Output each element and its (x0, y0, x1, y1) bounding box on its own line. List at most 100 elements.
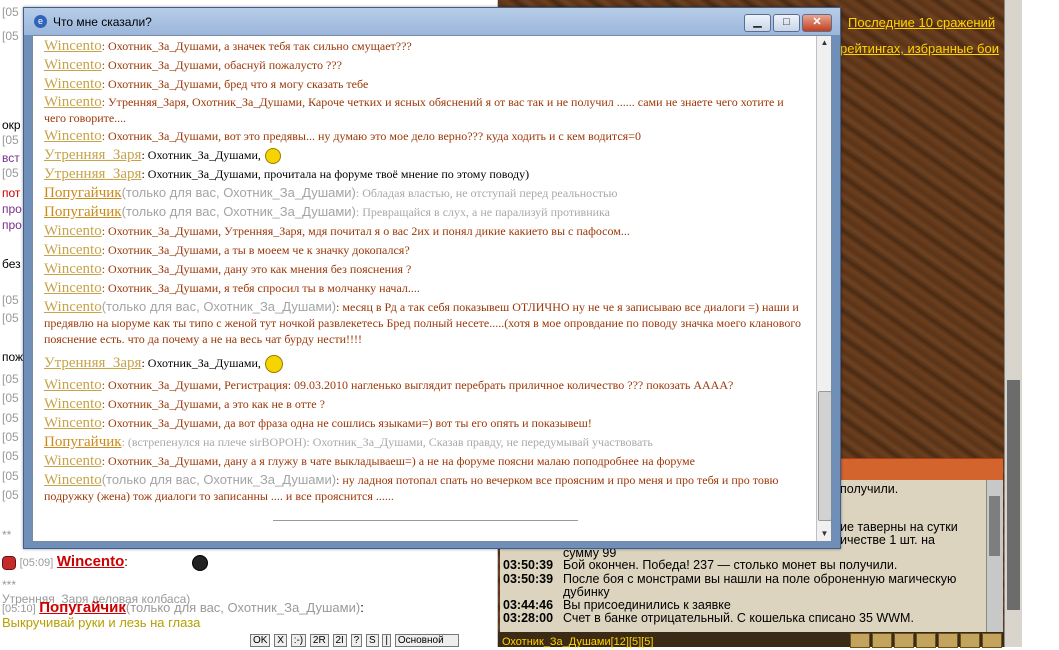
page-scrollbar[interactable] (1004, 0, 1023, 647)
bottom-icons (850, 632, 1004, 650)
log-row: 03:50:39 После боя с монстрами вы нашли н… (503, 572, 956, 586)
chat-text: : (360, 600, 364, 615)
chat-fragment: [05 (2, 391, 19, 405)
window-content: Wincento: Охотник_За_Душами, а значек те… (32, 35, 832, 542)
message-row: Wincento(только для вас, Охотник_За_Душа… (44, 472, 804, 504)
translit-i-button[interactable]: 2I (332, 634, 347, 647)
chat-fragment: [05 (2, 166, 19, 180)
log-scrollbar[interactable] (986, 480, 1003, 632)
chat-fragment: без (2, 257, 21, 271)
chat-line: [05:10] Попугайчик(только для вас, Охотн… (2, 599, 364, 616)
message-nick[interactable]: Попугайчик (44, 185, 122, 201)
message-nick[interactable]: Wincento (44, 76, 102, 92)
message-nick[interactable]: Wincento (44, 128, 102, 144)
channel-select[interactable]: Основной (394, 634, 459, 647)
scroll-up-icon[interactable]: ▲ (817, 36, 831, 50)
chat-text: : (124, 554, 128, 569)
log-text: ие таверны на сутки (840, 520, 958, 534)
message-nick[interactable]: Wincento (44, 453, 102, 469)
message-nick[interactable]: Попугайчик (44, 434, 122, 450)
chat-fragment: [05 (2, 29, 19, 43)
message-row: Wincento: Охотник_За_Душами, а ты в моее… (44, 242, 804, 258)
message-nick[interactable]: Wincento (44, 299, 102, 315)
close-button[interactable]: ✕ (802, 14, 832, 32)
message-text: : Обладая властью, не отступай перед реа… (355, 186, 618, 200)
message-nick[interactable]: Попугайчик (44, 204, 122, 220)
window-titlebar[interactable]: e Что мне сказали? ▁ □ ✕ (24, 8, 840, 35)
last-battles-link[interactable]: Последние 10 сражений (848, 15, 995, 30)
log-scroll-thumb[interactable] (989, 496, 1000, 556)
scroll-thumb[interactable] (818, 391, 831, 521)
page-scroll-thumb[interactable] (1007, 380, 1020, 610)
action-icon[interactable] (872, 633, 892, 648)
action-icon[interactable] (960, 633, 980, 648)
ok-button[interactable]: OK (250, 634, 271, 647)
help-button[interactable]: ? (350, 634, 363, 647)
message-nick[interactable]: Утренняя_Заря (44, 166, 141, 182)
message-text: : (встрепенулся на плече sirВОРОН): Охот… (121, 435, 653, 449)
message-row: Wincento: Охотник_За_Душами, а это как н… (44, 396, 804, 412)
message-text: : Охотник_За_Душами, а значек тебя так с… (101, 39, 412, 53)
message-nick[interactable]: Wincento (44, 38, 102, 54)
message-nick[interactable]: Wincento (44, 472, 102, 488)
ratings-link[interactable]: рейтингах, избранные бои (840, 41, 999, 56)
message-nick[interactable]: Wincento (44, 396, 102, 412)
message-row: Wincento: Охотник_За_Душами, дану а я гл… (44, 453, 804, 469)
translit-button[interactable]: 2R (309, 634, 329, 647)
message-scrollbar[interactable]: ▲ ▼ (816, 36, 831, 541)
message-nick[interactable]: Wincento (44, 377, 102, 393)
message-text: : Охотник_За_Душами, а ты в моеем че к з… (101, 243, 410, 257)
mail-icon[interactable] (894, 633, 914, 648)
message-nick[interactable]: Wincento (44, 223, 102, 239)
chat-fragment: пот (2, 186, 21, 200)
smiley-button[interactable]: :-) (290, 634, 307, 647)
action-icon[interactable] (938, 633, 958, 648)
minimize-button[interactable]: ▁ (744, 14, 771, 32)
chat-fragment: окр (2, 118, 21, 132)
message-nick[interactable]: Wincento (44, 57, 102, 73)
message-row: Wincento: Охотник_За_Душами, дану это ка… (44, 261, 804, 277)
chat-fragment: [05 (2, 411, 19, 425)
message-nick[interactable]: Wincento (44, 261, 102, 277)
nick-link[interactable]: Попугайчик (39, 599, 126, 616)
message-text: : Утренняя_Заря, Охотник_За_Душами, Каро… (44, 95, 784, 125)
separator-button[interactable]: | (382, 634, 392, 647)
avatar-smiley-icon (191, 554, 208, 571)
action-icon[interactable] (850, 633, 870, 648)
message-nick[interactable]: Wincento (44, 280, 102, 296)
message-text: : Охотник_За_Душами, бред что я могу ска… (101, 77, 369, 91)
log-row: дубинку (563, 585, 610, 599)
message-nick[interactable]: Wincento (44, 242, 102, 258)
message-text: : Охотник_За_Душами, дану а я глужу в ча… (101, 454, 695, 468)
private-marker: (только для вас, Охотник_За_Душами) (101, 299, 337, 314)
message-row: Попугайчик(только для вас, Охотник_За_Ду… (44, 185, 804, 201)
scroll-down-icon[interactable]: ▼ (817, 527, 831, 541)
message-text: : Охотник_За_Душами, (141, 148, 261, 162)
action-icon[interactable] (916, 633, 936, 648)
message-text: : Охотник_За_Душами, обаснуй пожалусто ?… (101, 58, 342, 72)
log-text: дубинку (563, 585, 610, 599)
message-text: : Охотник_За_Душами, прочитала на форуме… (141, 167, 530, 181)
log-text: получили. (840, 482, 899, 496)
message-nick[interactable]: Утренняя_Заря (44, 355, 141, 371)
action-icon[interactable] (982, 633, 1002, 648)
log-text: Бой окончен. Победа! 237 — столько монет… (563, 558, 898, 572)
clear-button[interactable]: X (274, 634, 287, 647)
message-nick[interactable]: Утренняя_Заря (44, 147, 141, 163)
chat-fragment: ** (2, 528, 12, 542)
player-name[interactable]: Охотник_За_Душами[12][5][5] (502, 636, 653, 648)
message-row: Wincento: Охотник_За_Душами, бред что я … (44, 76, 804, 92)
message-row: Утренняя_Заря: Охотник_За_Душами, (44, 147, 804, 165)
message-text: : Охотник_За_Душами, я тебя спросил ты в… (101, 281, 420, 295)
window-icon: e (34, 15, 47, 28)
timestamp: [05:09] (19, 557, 54, 569)
sound-button[interactable]: S (365, 634, 379, 647)
message-row: Wincento: Утренняя_Заря, Охотник_За_Душа… (44, 94, 804, 126)
message-nick[interactable]: Wincento (44, 94, 102, 110)
nick-link[interactable]: Wincento (57, 553, 124, 570)
message-row: Wincento: Охотник_За_Душами, Утренняя_За… (44, 223, 804, 239)
message-nick[interactable]: Wincento (44, 415, 102, 431)
maximize-button[interactable]: □ (773, 14, 800, 32)
message-text: : Охотник_За_Душами, Регистрация: 09.03.… (101, 378, 734, 392)
chat-fragment: вст (2, 151, 20, 165)
